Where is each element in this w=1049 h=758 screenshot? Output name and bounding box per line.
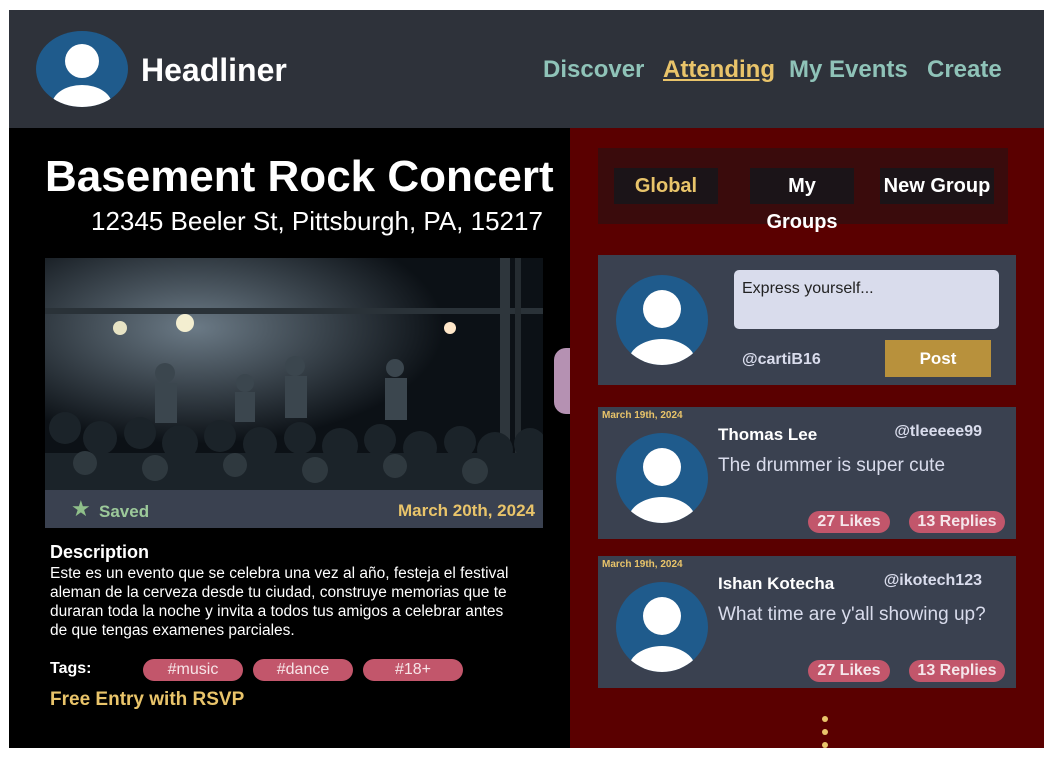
feed-tabs: Global My Groups New Group bbox=[598, 148, 1008, 233]
post-author-handle[interactable]: @ikotech123 bbox=[884, 572, 982, 590]
feed-panel: Global My Groups New Group @cartiB16 Pos… bbox=[570, 128, 1044, 748]
user-avatar-icon[interactable] bbox=[616, 433, 708, 523]
tags-label: Tags: bbox=[50, 660, 92, 677]
user-avatar-icon[interactable] bbox=[616, 582, 708, 672]
replies-button[interactable]: 13 Replies bbox=[909, 660, 1005, 682]
tab-global[interactable]: Global bbox=[614, 168, 718, 204]
user-avatar-icon[interactable] bbox=[36, 31, 128, 107]
event-photo-bar: ★ Saved March 20th, 2024 bbox=[45, 490, 543, 528]
post-author-name[interactable]: Ishan Kotecha bbox=[718, 574, 834, 594]
tag-music[interactable]: #music bbox=[143, 659, 243, 681]
description-heading: Description bbox=[50, 542, 150, 562]
saved-label[interactable]: Saved bbox=[99, 502, 149, 522]
post-date: March 19th, 2024 bbox=[602, 410, 683, 421]
post-composer: @cartiB16 Post bbox=[598, 255, 1016, 385]
replies-button[interactable]: 13 Replies bbox=[909, 511, 1005, 533]
tab-my-groups[interactable]: My Groups bbox=[750, 168, 854, 233]
nav-my-events[interactable]: My Events bbox=[789, 56, 908, 84]
post-text: The drummer is super cute bbox=[718, 455, 946, 476]
tab-new-group[interactable]: New Group bbox=[880, 168, 994, 204]
nav-attending[interactable]: Attending bbox=[663, 56, 775, 84]
brand-name[interactable]: Headliner bbox=[141, 52, 287, 89]
app-frame: Headliner Discover Attending My Events C… bbox=[9, 10, 1044, 748]
top-header: Headliner Discover Attending My Events C… bbox=[9, 10, 1044, 128]
event-title: Basement Rock Concert bbox=[45, 152, 554, 201]
description-text: Este es un evento que se celebra una vez… bbox=[50, 565, 509, 639]
event-address: 12345 Beeler St, Pittsburgh, PA, 15217 bbox=[91, 206, 543, 236]
star-icon[interactable]: ★ bbox=[71, 498, 91, 520]
post-button[interactable]: Post bbox=[885, 340, 991, 377]
event-date: March 20th, 2024 bbox=[397, 501, 535, 520]
tag-dance[interactable]: #dance bbox=[253, 659, 353, 681]
post-input[interactable] bbox=[734, 270, 999, 329]
feed-post: March 19th, 2024 Ishan Kotecha @ikotech1… bbox=[598, 556, 1016, 688]
tag-18-plus[interactable]: #18+ bbox=[363, 659, 463, 681]
post-author-name[interactable]: Thomas Lee bbox=[718, 425, 817, 445]
nav-discover[interactable]: Discover bbox=[543, 56, 644, 84]
post-text: What time are y'all showing up? bbox=[718, 604, 986, 625]
composer-username: @cartiB16 bbox=[742, 351, 821, 368]
user-avatar-icon bbox=[616, 275, 708, 365]
post-author-handle[interactable]: @tleeeee99 bbox=[894, 423, 982, 441]
vertical-dots-icon[interactable] bbox=[822, 716, 830, 748]
post-date: March 19th, 2024 bbox=[602, 559, 683, 570]
event-photo bbox=[45, 258, 543, 490]
nav-create[interactable]: Create bbox=[927, 56, 1002, 84]
likes-button[interactable]: 27 Likes bbox=[808, 660, 890, 682]
likes-button[interactable]: 27 Likes bbox=[808, 511, 890, 533]
feed-post: March 19th, 2024 Thomas Lee @tleeeee99 T… bbox=[598, 407, 1016, 539]
entry-note: Free Entry with RSVP bbox=[50, 689, 245, 710]
